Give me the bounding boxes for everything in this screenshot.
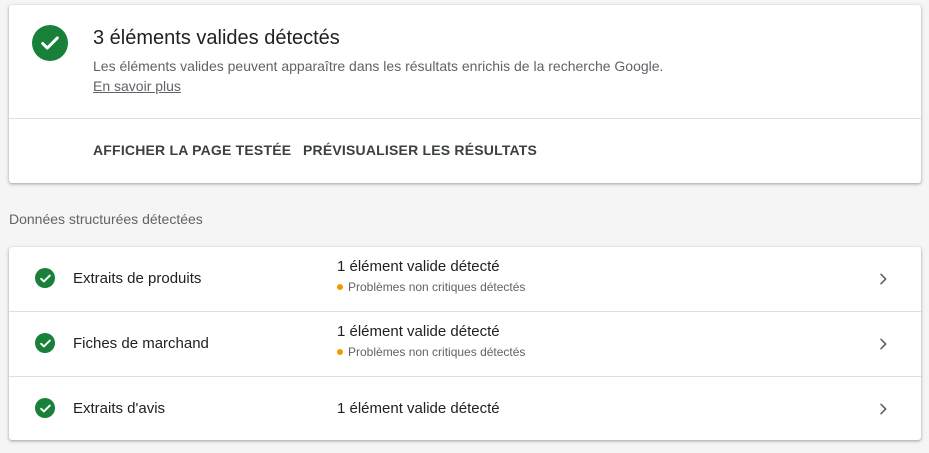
item-warning: Problèmes non critiques détectés: [337, 344, 525, 360]
section-label: Données structurées détectées: [9, 211, 203, 227]
item-status: 1 élément valide détecté: [337, 258, 500, 275]
item-warning-text: Problèmes non critiques détectés: [348, 345, 526, 359]
item-status: 1 élément valide détecté: [337, 400, 500, 417]
summary-description: Les éléments valides peuvent apparaître …: [93, 56, 673, 96]
item-status: 1 élément valide détecté: [337, 323, 500, 340]
check-circle-icon: [35, 268, 55, 288]
chevron-right-icon[interactable]: [873, 334, 893, 354]
check-circle-icon: [35, 333, 55, 353]
summary-card: 3 éléments valides détectés Les éléments…: [9, 5, 921, 183]
list-item-product-snippets[interactable]: Extraits de produits 1 élément valide dé…: [9, 247, 921, 312]
item-warning-text: Problèmes non critiques détectés: [348, 280, 526, 294]
preview-results-button[interactable]: PRÉVISUALISER LES RÉSULTATS: [303, 136, 537, 164]
view-tested-page-button[interactable]: AFFICHER LA PAGE TESTÉE: [93, 136, 291, 164]
item-warning: Problèmes non critiques détectés: [337, 279, 525, 295]
check-circle-icon: [32, 25, 68, 61]
warning-dot-icon: [337, 284, 343, 290]
divider: [9, 118, 921, 119]
chevron-right-icon[interactable]: [873, 269, 893, 289]
check-circle-icon: [35, 398, 55, 418]
summary-title: 3 éléments valides détectés: [93, 27, 340, 49]
item-name: Extraits de produits: [73, 270, 202, 287]
learn-more-link[interactable]: En savoir plus: [93, 78, 181, 94]
warning-dot-icon: [337, 349, 343, 355]
chevron-right-icon[interactable]: [873, 399, 893, 419]
item-name: Fiches de marchand: [73, 335, 209, 352]
list-item-review-snippets[interactable]: Extraits d'avis 1 élément valide détecté: [9, 376, 921, 440]
item-name: Extraits d'avis: [73, 400, 166, 417]
structured-data-list: Extraits de produits 1 élément valide dé…: [9, 247, 921, 440]
list-item-merchant-listings[interactable]: Fiches de marchand 1 élément valide déte…: [9, 311, 921, 376]
summary-description-text: Les éléments valides peuvent apparaître …: [93, 58, 664, 74]
